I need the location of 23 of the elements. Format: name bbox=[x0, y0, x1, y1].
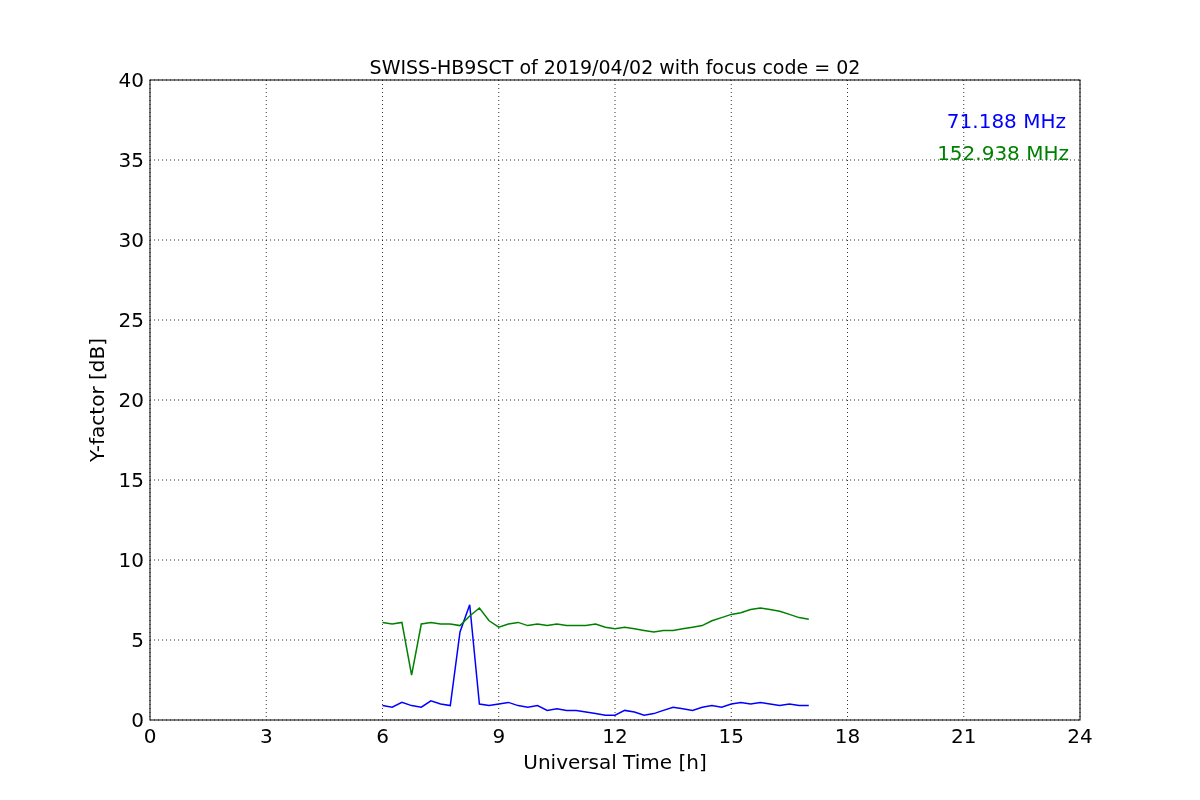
y-tick-label: 30 bbox=[118, 228, 144, 252]
y-tick-label: 40 bbox=[118, 68, 144, 92]
y-tick-label: 25 bbox=[118, 308, 144, 332]
x-tick-label: 18 bbox=[834, 724, 861, 748]
x-tick-label: 12 bbox=[602, 724, 628, 748]
legend-label: 152.938 MHz bbox=[937, 141, 1069, 165]
legend-label: 71.188 MHz bbox=[946, 109, 1066, 133]
y-tick-label: 15 bbox=[118, 468, 144, 492]
x-tick-label: 21 bbox=[951, 724, 977, 748]
y-tick-label: 10 bbox=[118, 548, 144, 572]
y-axis-label: Y-factor [dB] bbox=[85, 338, 109, 462]
y-tick-label: 0 bbox=[131, 708, 144, 732]
y-tick-label: 20 bbox=[118, 388, 144, 412]
x-tick-label: 6 bbox=[376, 724, 389, 748]
x-tick-label: 3 bbox=[259, 724, 273, 748]
y-tick-label: 35 bbox=[118, 148, 144, 172]
x-tick-label: 9 bbox=[492, 724, 506, 748]
x-tick-label: 24 bbox=[1067, 724, 1093, 748]
y-tick-label: 5 bbox=[131, 628, 144, 652]
chart-title: SWISS-HB9SCT of 2019/04/02 with focus code = 02 bbox=[369, 56, 861, 78]
x-tick-label: 0 bbox=[143, 724, 157, 748]
x-axis-label: Universal Time [h] bbox=[523, 750, 707, 774]
x-tick-label: 15 bbox=[718, 724, 744, 748]
